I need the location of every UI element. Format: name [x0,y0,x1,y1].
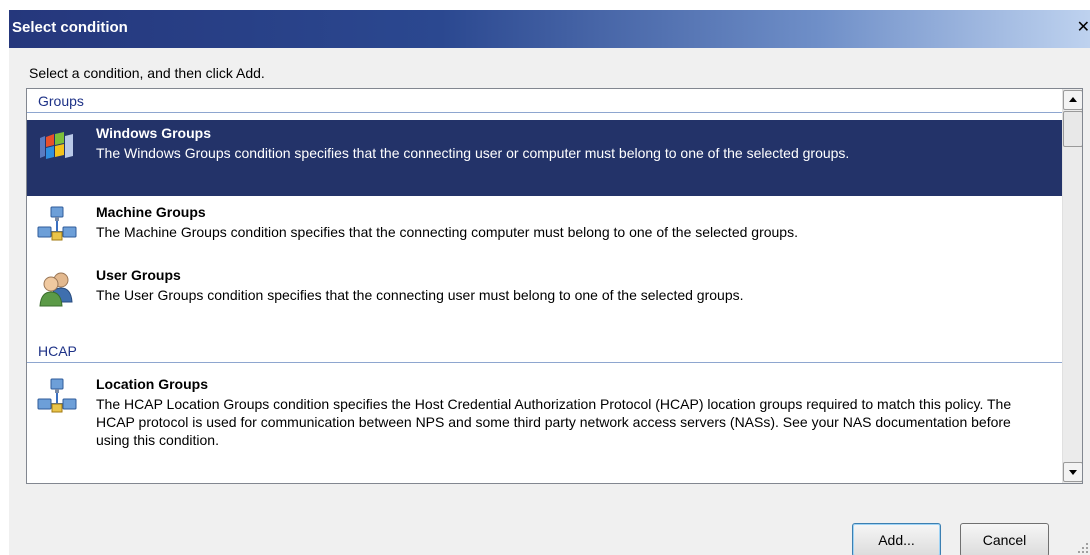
network-computers-icon [37,378,77,413]
arrow-down-icon [1069,470,1077,475]
select-condition-dialog: Select condition ✕ Select a condition, a… [9,10,1090,555]
list-item-windows-groups[interactable]: Windows Groups The Windows Groups condit… [27,120,1062,196]
scrollbar-thumb[interactable] [1063,111,1082,147]
title-bar[interactable]: Select condition ✕ [9,10,1090,48]
item-description: The User Groups condition specifies that… [96,287,744,303]
group-header-divider [27,112,1062,113]
list-item-machine-groups[interactable]: Machine Groups The Machine Groups condit… [27,199,1062,259]
window-title: Select condition [12,19,128,36]
item-title: Windows Groups [96,125,211,141]
cancel-button[interactable]: Cancel [960,523,1049,555]
item-title: User Groups [96,267,181,283]
item-title: Machine Groups [96,204,206,220]
add-button[interactable]: Add... [852,523,941,555]
list-item-location-groups[interactable]: Location Groups The HCAP Location Groups… [27,371,1062,463]
item-title: Location Groups [96,376,208,392]
group-header-divider [27,362,1062,363]
network-computers-icon [37,206,77,241]
windows-flag-icon [40,132,73,159]
group-header-hcap: HCAP [27,339,1062,363]
condition-list-content: Groups Windows Groups The Windows Groups… [27,89,1062,483]
vertical-scrollbar[interactable] [1062,89,1082,483]
item-description: The HCAP Location Groups condition speci… [96,396,1012,448]
item-description: The Windows Groups condition specifies t… [96,145,850,161]
resize-grip-icon[interactable] [1076,541,1090,555]
list-item-user-groups[interactable]: User Groups The User Groups condition sp… [27,262,1062,322]
scroll-up-button[interactable] [1063,90,1082,110]
instruction-text: Select a condition, and then click Add. [29,65,265,81]
condition-list[interactable]: Groups Windows Groups The Windows Groups… [26,88,1083,484]
scroll-down-button[interactable] [1063,462,1082,482]
group-header-label: HCAP [38,343,77,359]
arrow-up-icon [1069,97,1077,102]
close-icon[interactable]: ✕ [1076,18,1090,38]
item-description: The Machine Groups condition specifies t… [96,224,798,240]
users-icon [39,272,73,307]
group-header-groups: Groups [27,89,1062,113]
group-header-label: Groups [38,93,84,109]
